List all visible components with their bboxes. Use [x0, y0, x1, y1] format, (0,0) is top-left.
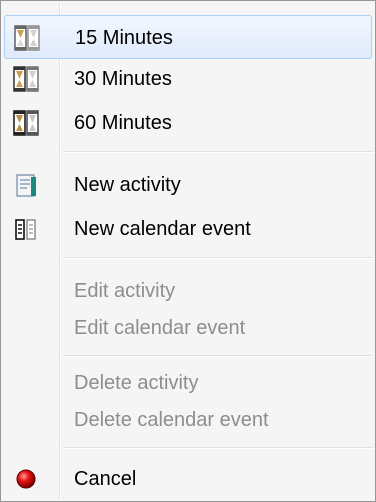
menu-item-cancel[interactable]: Cancel: [4, 457, 372, 501]
menu-item-label: 30 Minutes: [74, 68, 172, 90]
menu-item-label: 60 Minutes: [74, 112, 172, 134]
menu-item-new-activity[interactable]: New activity: [4, 163, 372, 207]
red-circle-icon: [16, 469, 36, 489]
hourglass-icon: [13, 66, 39, 92]
menu-separator: [63, 447, 373, 449]
menu-item-60-minutes[interactable]: 60 Minutes: [4, 101, 372, 145]
hourglass-icon: [13, 110, 39, 136]
menu-item-label: New calendar event: [74, 218, 251, 240]
hourglass-icon: [14, 25, 40, 51]
menu-item-edit-calendar-event: Edit calendar event: [4, 306, 372, 350]
menu-item-label: Delete calendar event: [74, 409, 269, 431]
menu-item-15-minutes[interactable]: 15 Minutes: [4, 15, 372, 59]
menu-separator: [63, 257, 373, 259]
menu-item-label: Edit calendar event: [74, 317, 246, 339]
menu-item-30-minutes[interactable]: 30 Minutes: [4, 57, 372, 101]
menu-item-new-calendar-event[interactable]: New calendar event: [4, 207, 372, 251]
menu-item-label: Cancel: [74, 468, 137, 490]
menu-item-label: New activity: [74, 174, 181, 196]
menu-separator: [63, 151, 373, 153]
context-menu: 15 Minutes 30 Minutes 60 Minutes New act…: [0, 0, 376, 502]
menu-item-label: 15 Minutes: [75, 27, 173, 49]
new-calendar-event-icon: [15, 219, 36, 240]
menu-item-delete-calendar-event: Delete calendar event: [4, 398, 372, 442]
menu-separator: [63, 355, 373, 357]
new-activity-icon: [16, 174, 36, 197]
